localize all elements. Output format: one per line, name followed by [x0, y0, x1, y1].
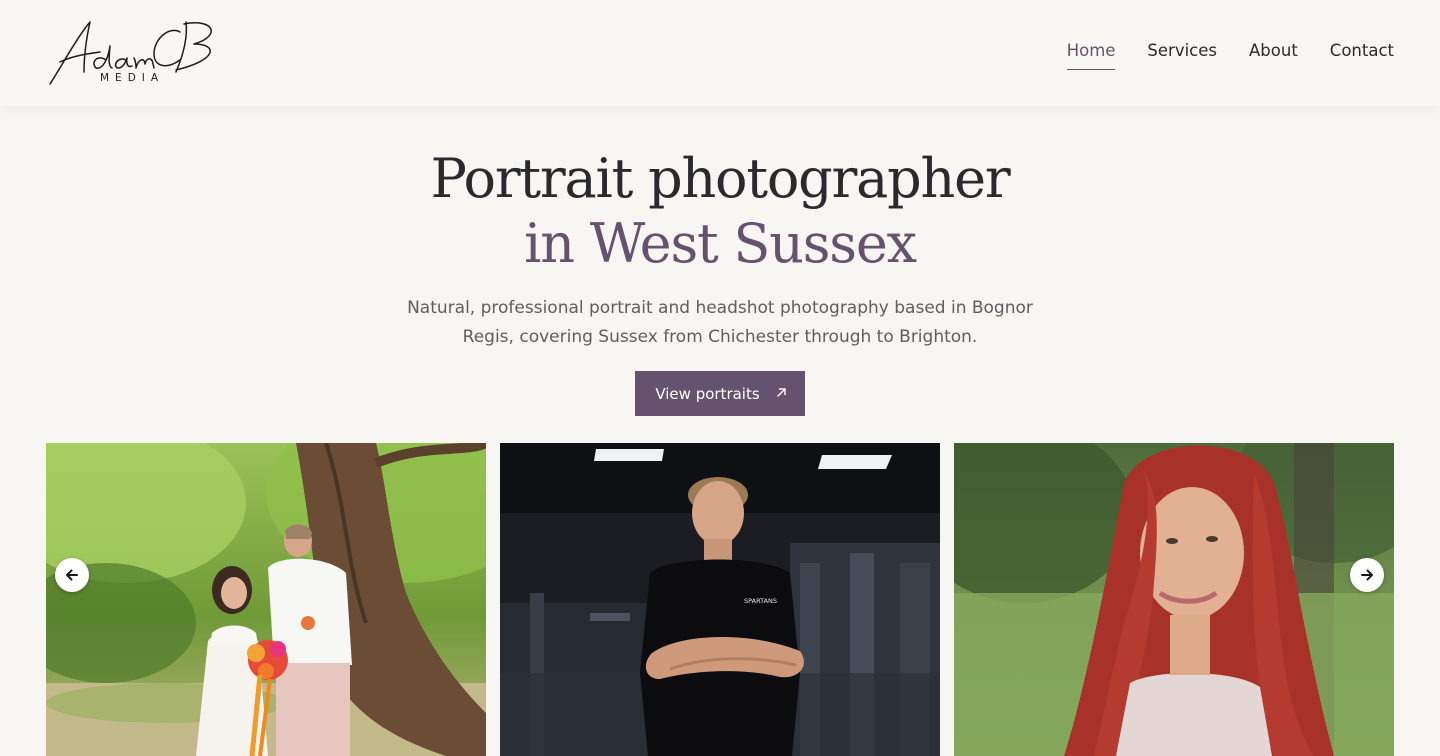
- wedding-couple-photo: [46, 443, 486, 756]
- nav-contact-link[interactable]: Contact: [1330, 41, 1394, 70]
- carousel-prev-button[interactable]: [55, 558, 89, 592]
- arrow-right-icon: [1361, 569, 1373, 581]
- carousel-slide-gym[interactable]: SPARTANS: [500, 443, 940, 756]
- portrait-carousel[interactable]: SPARTANS: [46, 443, 1394, 756]
- hero-section: Portrait photographer in West Sussex Nat…: [0, 106, 1440, 416]
- hero-title-line1: Portrait photographer: [430, 147, 1011, 210]
- main-nav: Home Services About Contact: [1066, 41, 1394, 70]
- logo-media-text: MEDIA: [100, 72, 165, 84]
- nav-home-link[interactable]: Home: [1066, 41, 1115, 70]
- hero-title-line2: in West Sussex: [524, 212, 917, 275]
- nav-about-link[interactable]: About: [1249, 41, 1298, 70]
- gym-portrait-photo: SPARTANS: [500, 443, 940, 756]
- nav-services-link[interactable]: Services: [1147, 41, 1217, 70]
- view-portraits-label: View portraits: [655, 384, 760, 403]
- site-header: MEDIA Home Services About Contact: [0, 0, 1440, 106]
- red-hair-portrait-photo: [954, 443, 1394, 756]
- carousel-next-button[interactable]: [1350, 558, 1384, 592]
- arrow-left-icon: [66, 569, 78, 581]
- arrow-up-right-icon: [776, 387, 787, 401]
- carousel-slide-wedding[interactable]: [46, 443, 486, 756]
- hero-subtitle: Natural, professional portrait and heads…: [407, 298, 1033, 347]
- view-portraits-button[interactable]: View portraits: [635, 371, 805, 416]
- carousel-slide-outdoor-portrait[interactable]: [954, 443, 1394, 756]
- shirt-text: SPARTANS: [744, 597, 777, 605]
- logo[interactable]: MEDIA: [46, 16, 222, 90]
- hero-title: Portrait photographer in West Sussex: [0, 146, 1440, 276]
